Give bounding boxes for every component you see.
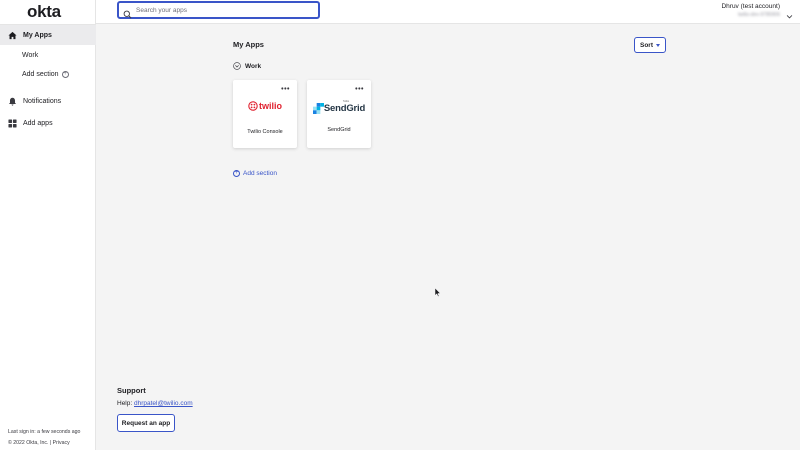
sort-button[interactable]: Sort — [634, 37, 666, 53]
okta-logo[interactable]: okta — [27, 2, 61, 22]
app-name: Twilio Console — [247, 129, 283, 135]
add-section-link[interactable]: + Add section — [233, 170, 277, 177]
sendgrid-logo: Twilio SendGrid — [307, 100, 371, 114]
sidebar-item-my-apps[interactable]: My Apps — [0, 25, 96, 45]
twilio-wordmark: twilio — [259, 101, 282, 111]
sendgrid-wordmark: SendGrid — [323, 103, 366, 114]
caret-down-icon — [656, 43, 660, 47]
sidebar: okta My Apps Work Add section + Notifica… — [0, 0, 96, 450]
copyright[interactable]: © 2022 Okta, Inc. | Privacy — [8, 440, 70, 446]
sidebar-item-notifications[interactable]: Notifications — [0, 94, 96, 108]
app-name: SendGrid — [327, 127, 351, 133]
sidebar-item-label: Add apps — [23, 119, 53, 127]
search-input[interactable] — [136, 6, 306, 14]
page-title: My Apps — [233, 40, 264, 49]
twilio-mark-icon — [248, 101, 258, 111]
bell-icon — [7, 96, 17, 106]
more-options-icon[interactable]: ••• — [355, 86, 364, 93]
search-icon — [123, 6, 132, 18]
account-name: Dhruv (test account) — [721, 3, 780, 10]
sidebar-item-label: Notifications — [23, 97, 62, 105]
sidebar-item-label: Add section — [22, 70, 59, 78]
sendgrid-mark-icon — [312, 103, 324, 114]
more-options-icon[interactable]: ••• — [281, 86, 290, 93]
sidebar-item-label: My Apps — [23, 31, 52, 39]
app-card-sendgrid[interactable]: ••• Twilio SendGrid SendGrid — [307, 80, 371, 148]
collapse-chevron-icon[interactable] — [233, 62, 241, 70]
twilio-logo: twilio — [233, 101, 297, 111]
sidebar-item-label: Work — [22, 51, 39, 59]
sort-label: Sort — [640, 41, 653, 49]
mouse-cursor-icon — [435, 288, 441, 297]
sidebar-item-add-section[interactable]: Add section + — [0, 67, 96, 81]
grid-icon — [7, 118, 17, 128]
add-section-label: Add section — [243, 170, 277, 177]
top-bar: Dhruv (test account) twilio-dev-9785906 — [96, 0, 800, 24]
support-help: Help: dhrpatel@twilio.com — [117, 400, 193, 407]
search-box[interactable] — [117, 1, 320, 19]
account-menu[interactable]: Dhruv (test account) twilio-dev-9785906 — [721, 3, 780, 18]
circle-plus-icon: + — [61, 70, 69, 78]
home-icon — [7, 30, 17, 40]
circle-plus-icon: + — [233, 170, 240, 177]
sidebar-item-add-apps[interactable]: Add apps — [0, 116, 96, 130]
sidebar-item-work[interactable]: Work — [0, 48, 96, 62]
section-header-work[interactable]: Work — [233, 62, 261, 70]
account-org: twilio-dev-9785906 — [738, 12, 780, 18]
last-sign-in: Last sign in: a few seconds ago — [8, 429, 81, 435]
support-heading: Support — [117, 386, 146, 395]
chevron-down-icon[interactable] — [786, 7, 793, 19]
request-app-button[interactable]: Request an app — [117, 414, 175, 432]
help-email-link[interactable]: dhrpatel@twilio.com — [134, 400, 193, 407]
app-card-twilio-console[interactable]: ••• twilio Twilio Console — [233, 80, 297, 148]
help-prefix: Help: — [117, 400, 133, 407]
section-title: Work — [245, 62, 262, 70]
